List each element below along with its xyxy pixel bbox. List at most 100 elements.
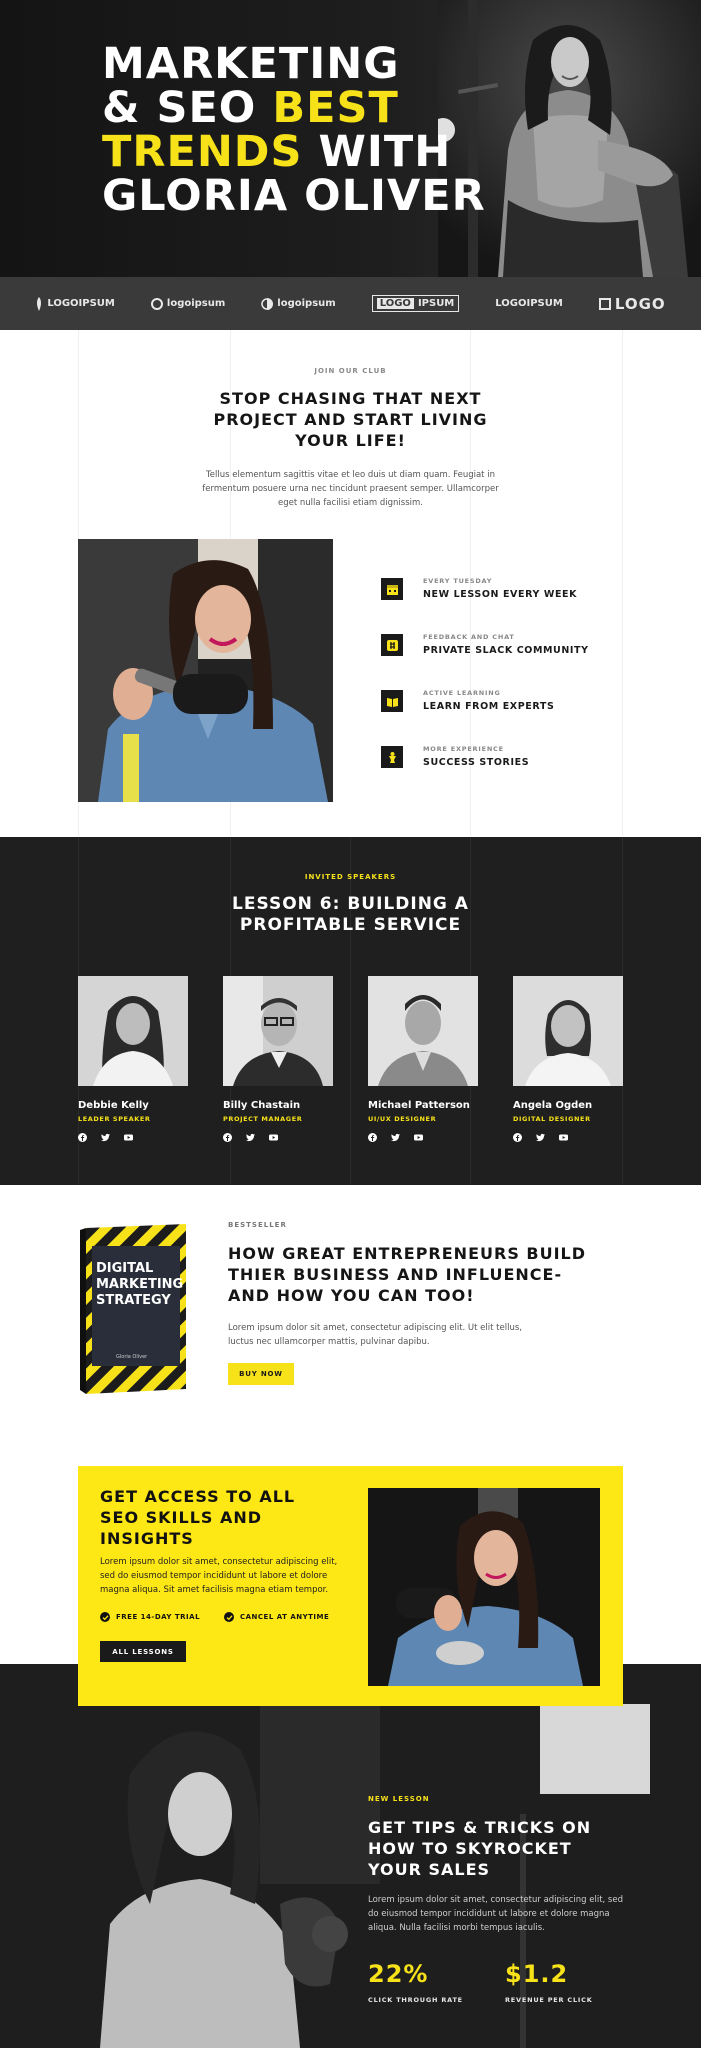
feature-title: PRIVATE SLACK COMMUNITY <box>423 645 589 656</box>
facebook-icon[interactable] <box>368 1133 377 1142</box>
cancel-anytime-label: CANCEL AT ANYTIME <box>240 1613 330 1621</box>
hero-title-highlight-trends: TRENDS <box>102 127 303 177</box>
book-title-line3: STRATEGY <box>96 1293 171 1308</box>
partner-logo-4: LOGO IPSUM <box>371 295 460 312</box>
club-title: STOP CHASING THAT NEXT PROJECT AND START… <box>213 389 488 450</box>
partner-logo-3: logoipsum <box>261 297 336 310</box>
speaker-social-links <box>368 1133 478 1142</box>
check-circle-icon <box>100 1612 110 1622</box>
stat-label: CLICK THROUGH RATE <box>368 1996 463 2004</box>
facebook-icon[interactable] <box>78 1133 87 1142</box>
speaker-social-links <box>78 1133 188 1142</box>
book-title-line1: DIGITAL <box>96 1261 153 1276</box>
feature-title: SUCCESS STORIES <box>423 757 530 768</box>
speaker-card: Debbie Kelly LEADER SPEAKER <box>78 976 188 1142</box>
book-author: Gloria Oliver <box>116 1354 148 1360</box>
new-lesson-description: Lorem ipsum dolor sit amet, consectetur … <box>368 1895 623 1933</box>
stat-label: REVENUE PER CLICK <box>505 1996 593 2004</box>
free-trial-check: FREE 14-DAY TRIAL <box>100 1612 200 1622</box>
speaker-role: UI/UX DESIGNER <box>368 1115 437 1123</box>
free-trial-label: FREE 14-DAY TRIAL <box>116 1613 201 1621</box>
twitter-icon[interactable] <box>101 1133 110 1142</box>
partner-logo-3-text: logoipsum <box>277 298 336 309</box>
access-description: Lorem ipsum dolor sit amet, consectetur … <box>100 1557 338 1595</box>
bestseller-eyebrow: BESTSELLER <box>228 1221 287 1229</box>
trophy-icon <box>381 746 403 768</box>
speaker-social-links <box>513 1133 623 1142</box>
stat-value: 22% <box>368 1960 429 1988</box>
feature-success-stories: MORE EXPERIENCE SUCCESS STORIES <box>381 745 621 785</box>
hero-title-line4: GLORIA OLIVER <box>102 171 486 221</box>
speaker-card: Michael Patterson UI/UX DESIGNER <box>368 976 478 1142</box>
speaker-photo <box>513 976 623 1086</box>
hero-title: MARKETING & SEO BEST TRENDS WITH GLORIA … <box>102 42 542 218</box>
square-logo-icon <box>598 297 611 310</box>
speaker-social-links <box>223 1133 333 1142</box>
feature-label: MORE EXPERIENCE <box>423 745 504 753</box>
speaker-name: Michael Patterson <box>368 1100 470 1111</box>
slack-icon <box>381 634 403 656</box>
feature-title: LEARN FROM EXPERTS <box>423 701 555 712</box>
speaker-photo <box>78 976 188 1086</box>
partner-logo-bar: LOGOIPSUM logoipsum logoipsum LOGO IPSUM… <box>0 277 701 330</box>
bestseller-title: HOW GREAT ENTREPRENEURS BUILD THIER BUSI… <box>228 1244 587 1305</box>
youtube-icon[interactable] <box>414 1133 423 1142</box>
partner-logo-5-text: LOGOIPSUM <box>495 298 563 309</box>
book-cover: DIGITAL MARKETING STRATEGY Gloria Oliver <box>80 1224 186 1394</box>
stat-revenue-per-click: $1.2 REVENUE PER CLICK <box>505 1960 593 2004</box>
hero-title-highlight-best: BEST <box>272 83 399 133</box>
book-icon <box>381 690 403 712</box>
speaker-card: Billy Chastain PROJECT MANAGER <box>223 976 333 1142</box>
hero-title-line2: & SEO <box>102 83 273 133</box>
club-description: Tellus elementum sagittis vitae et leo d… <box>202 470 499 508</box>
speaker-photo <box>223 976 333 1086</box>
feature-learn-experts: ACTIVE LEARNING LEARN FROM EXPERTS <box>381 689 621 729</box>
speakers-title: LESSON 6: BUILDING A PROFITABLE SERVICE <box>232 894 469 935</box>
facebook-icon[interactable] <box>513 1133 522 1142</box>
half-circle-logo-icon <box>261 297 274 310</box>
speaker-name: Debbie Kelly <box>78 1100 149 1111</box>
hero-title-line3: WITH <box>302 127 452 177</box>
club-podcast-photo <box>78 539 333 802</box>
feature-label: ACTIVE LEARNING <box>423 689 501 697</box>
hero-section: MARKETING & SEO BEST TRENDS WITH GLORIA … <box>0 0 701 277</box>
speaker-photo <box>368 976 478 1086</box>
facebook-icon[interactable] <box>223 1133 232 1142</box>
twitter-icon[interactable] <box>536 1133 545 1142</box>
speaker-role: LEADER SPEAKER <box>78 1115 151 1123</box>
access-podcast-photo <box>368 1488 600 1686</box>
speaker-name: Billy Chastain <box>223 1100 301 1111</box>
partner-logo-5: LOGOIPSUM <box>495 298 563 309</box>
circle-logo-icon <box>150 297 163 310</box>
partner-logo-2-text: logoipsum <box>166 298 226 309</box>
speaker-role: PROJECT MANAGER <box>223 1115 303 1123</box>
youtube-icon[interactable] <box>269 1133 278 1142</box>
access-title: GET ACCESS TO ALL SEO SKILLS AND INSIGHT… <box>100 1487 296 1548</box>
book-title-line2: MARKETING <box>96 1277 183 1292</box>
hero-title-line1: MARKETING <box>102 39 400 89</box>
stat-click-through: 22% CLICK THROUGH RATE <box>368 1960 463 2004</box>
bestseller-description: Lorem ipsum dolor sit amet, consectetur … <box>228 1323 522 1347</box>
club-eyebrow: JOIN OUR CLUB <box>314 367 387 375</box>
feature-label: EVERY TUESDAY <box>423 577 493 585</box>
feature-slack-community: FEEDBACK AND CHAT PRIVATE SLACK COMMUNIT… <box>381 633 621 673</box>
cancel-anytime-check: CANCEL AT ANYTIME <box>224 1612 329 1622</box>
youtube-icon[interactable] <box>559 1133 568 1142</box>
youtube-icon[interactable] <box>124 1133 133 1142</box>
all-lessons-button[interactable]: ALL LESSONS <box>100 1641 186 1662</box>
speaker-name: Angela Ogden <box>513 1100 593 1111</box>
twitter-icon[interactable] <box>246 1133 255 1142</box>
partner-logo-1: LOGOIPSUM <box>35 296 115 311</box>
feature-label: FEEDBACK AND CHAT <box>423 633 515 641</box>
partner-logo-6: LOGO <box>598 295 666 313</box>
buy-now-button[interactable]: BUY NOW <box>228 1363 294 1385</box>
twitter-icon[interactable] <box>391 1133 400 1142</box>
logo-box-icon: LOGO <box>376 298 414 309</box>
partner-logo-4-text: IPSUM <box>417 298 455 309</box>
feature-title: NEW LESSON EVERY WEEK <box>423 589 578 600</box>
new-lesson-title: GET TIPS & TRICKS ON HOW TO SKYROCKET YO… <box>368 1818 592 1879</box>
leaf-logo-icon <box>37 296 42 311</box>
feature-new-lesson: EVERY TUESDAY NEW LESSON EVERY WEEK <box>381 577 621 617</box>
calendar-icon <box>381 578 403 600</box>
speaker-role: DIGITAL DESIGNER <box>513 1115 591 1123</box>
